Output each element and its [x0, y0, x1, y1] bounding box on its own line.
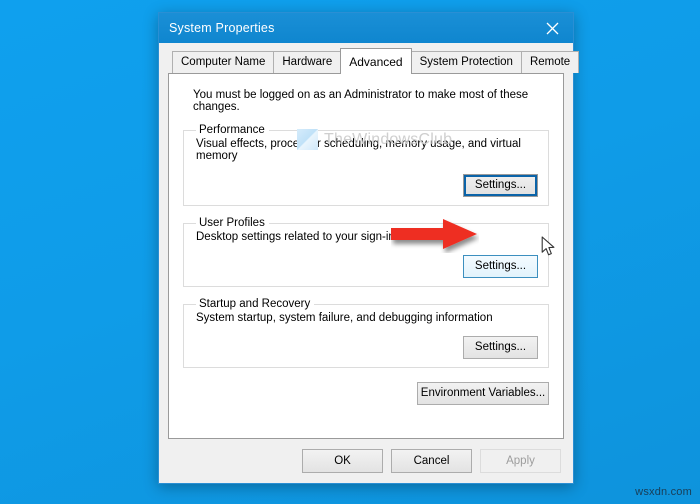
- close-icon: [546, 22, 558, 34]
- site-watermark: wsxdn.com: [635, 486, 692, 498]
- group-startup-recovery-description: System startup, system failure, and debu…: [196, 312, 493, 324]
- system-properties-dialog: System Properties Computer Name Hardware…: [158, 12, 580, 484]
- dialog-footer: OK Cancel Apply: [159, 439, 573, 483]
- group-user-profiles-actions: Settings...: [194, 255, 538, 278]
- group-performance-actions: Settings...: [194, 174, 538, 197]
- environment-variables-row: Environment Variables...: [183, 382, 549, 405]
- group-user-profiles-legend: User Profiles: [199, 217, 265, 229]
- tab-hardware[interactable]: Hardware: [273, 51, 342, 73]
- tab-system-protection[interactable]: System Protection: [410, 51, 522, 73]
- group-user-profiles: User Profiles Desktop settings related t…: [183, 217, 549, 287]
- tab-strip: Computer Name Hardware Advanced System P…: [168, 48, 580, 74]
- ok-button[interactable]: OK: [302, 449, 383, 473]
- titlebar-buttons: [531, 13, 573, 43]
- dialog-body: Computer Name Hardware Advanced System P…: [159, 43, 580, 439]
- advanced-tab-panel: You must be logged on as an Administrato…: [168, 73, 564, 439]
- dialog-titlebar: System Properties: [159, 13, 573, 43]
- apply-button: Apply: [480, 449, 561, 473]
- group-user-profiles-description: Desktop settings related to your sign-in: [196, 231, 395, 243]
- tab-advanced[interactable]: Advanced: [340, 48, 412, 74]
- dialog-title: System Properties: [169, 21, 275, 35]
- group-performance-legend: Performance: [199, 124, 265, 136]
- tab-computer-name[interactable]: Computer Name: [172, 51, 275, 73]
- admin-notice: You must be logged on as an Administrato…: [193, 89, 529, 113]
- group-startup-recovery-legend: Startup and Recovery: [199, 298, 311, 310]
- tab-remote[interactable]: Remote: [520, 51, 580, 73]
- performance-settings-button[interactable]: Settings...: [463, 174, 538, 197]
- cancel-button[interactable]: Cancel: [391, 449, 472, 473]
- user-profiles-settings-button[interactable]: Settings...: [463, 255, 538, 278]
- group-startup-recovery: Startup and Recovery System startup, sys…: [183, 298, 549, 368]
- environment-variables-button[interactable]: Environment Variables...: [417, 382, 549, 405]
- close-button[interactable]: [531, 13, 573, 43]
- group-performance: Performance Visual effects, processor sc…: [183, 124, 549, 206]
- startup-recovery-settings-button[interactable]: Settings...: [463, 336, 538, 359]
- group-performance-description: Visual effects, processor scheduling, me…: [196, 138, 521, 162]
- group-startup-recovery-actions: Settings...: [194, 336, 538, 359]
